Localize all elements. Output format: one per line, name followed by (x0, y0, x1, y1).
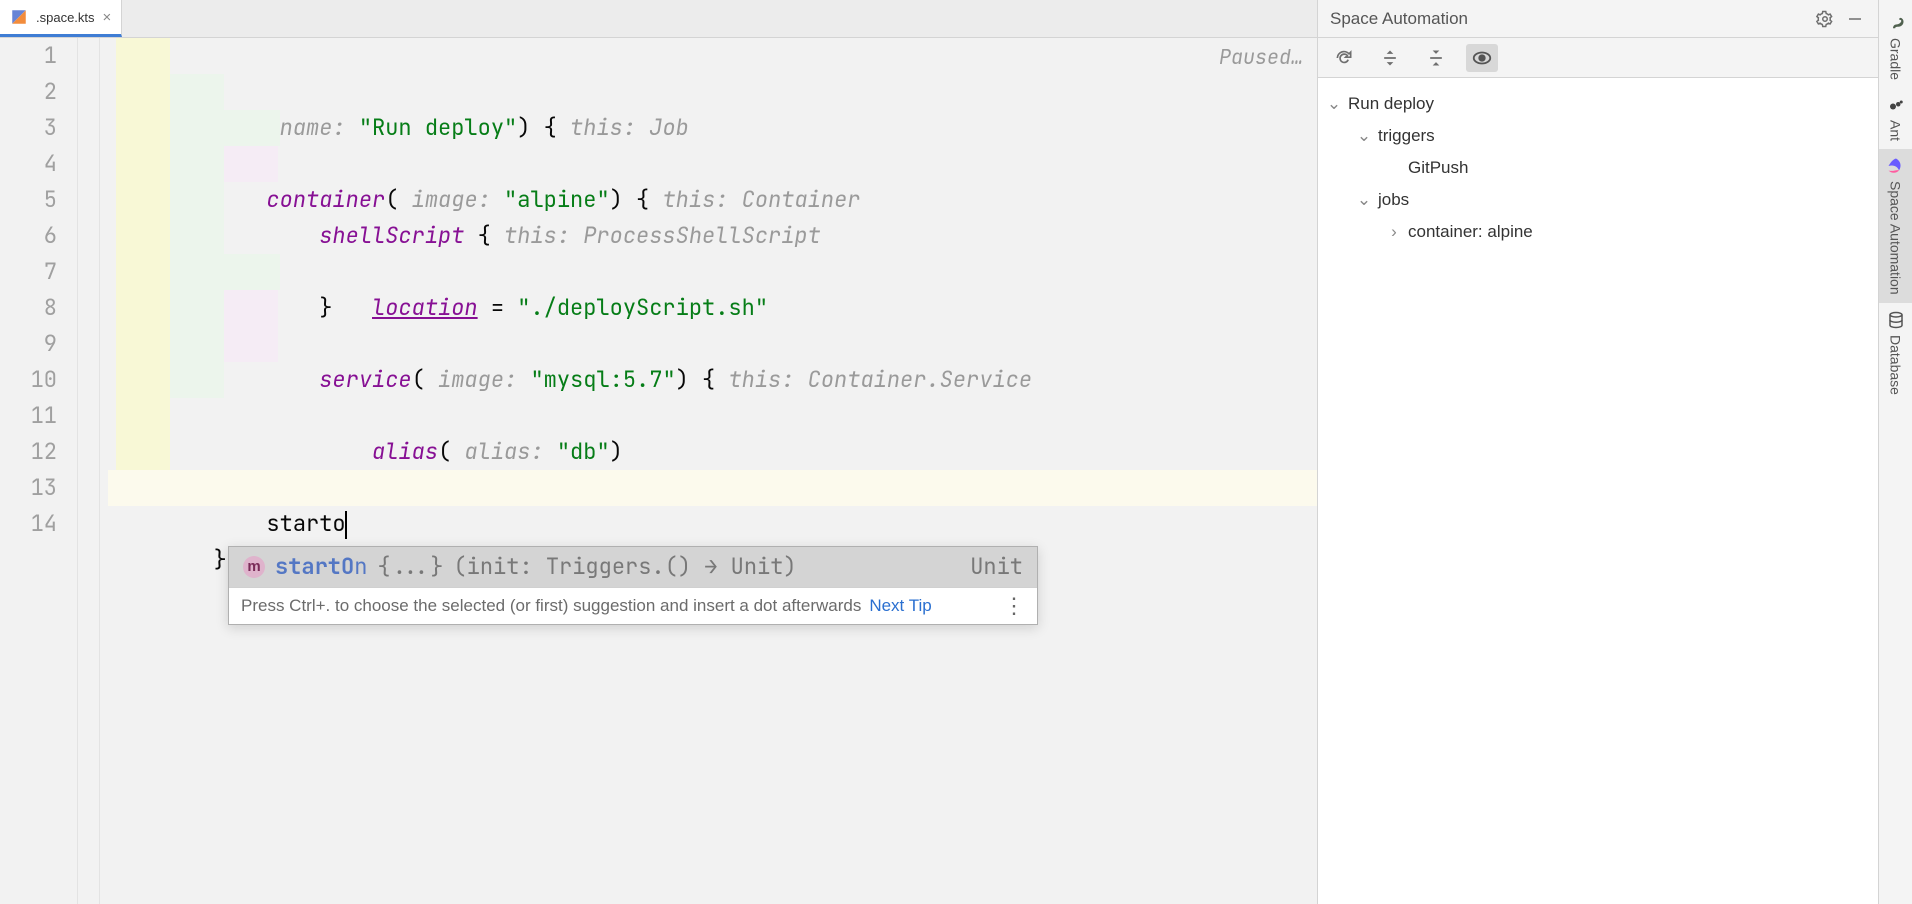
code-line[interactable] (108, 434, 1317, 470)
strip-database[interactable]: Database (1879, 303, 1912, 403)
code-line-active[interactable]: starto (108, 470, 1317, 506)
code-line[interactable] (108, 218, 1317, 254)
chevron-down-icon: ⌄ (1326, 94, 1342, 114)
file-tab[interactable]: .space.kts × (0, 0, 122, 37)
code-line[interactable]: service( image: "mysql:5.7") { this: Con… (108, 254, 1317, 290)
space-icon (1887, 157, 1905, 175)
code-line[interactable]: env["MYSQL_ROOT_PASSWORD"] = "password" (108, 326, 1317, 362)
chevron-down-icon: ⌄ (1356, 126, 1372, 146)
strip-ant[interactable]: Ant (1879, 88, 1912, 149)
ant-icon (1887, 96, 1905, 114)
tree-root[interactable]: ⌄ Run deploy (1326, 88, 1870, 120)
code-line[interactable]: location = "./deployScript.sh" (108, 146, 1317, 182)
panel-header: Space Automation (1318, 0, 1878, 38)
code-line[interactable]: alias( alias: "db") (108, 290, 1317, 326)
gradle-icon (1887, 14, 1905, 32)
code-line[interactable]: } (108, 398, 1317, 434)
code-line[interactable]: container( image: "alpine") { this: Cont… (108, 74, 1317, 110)
panel-title: Space Automation (1330, 9, 1468, 29)
collapse-all-icon[interactable] (1420, 44, 1452, 72)
tree-jobs-item[interactable]: › container: alpine (1326, 216, 1870, 248)
code-line[interactable]: job( name: "Run deploy") { this: Job (108, 38, 1317, 74)
code-line[interactable]: } (108, 182, 1317, 218)
chevron-down-icon: ⌄ (1356, 190, 1372, 210)
editor-area: .space.kts × 1 2 3 4 5 6 7 8 9 10 11 12 … (0, 0, 1318, 904)
next-tip-link[interactable]: Next Tip (869, 596, 931, 616)
database-icon (1887, 311, 1905, 329)
strip-space-automation[interactable]: Space Automation (1879, 149, 1912, 303)
code-line[interactable]: } (108, 506, 1317, 542)
method-badge-icon: m (243, 556, 265, 578)
preview-toggle-icon[interactable] (1466, 44, 1498, 72)
refresh-icon[interactable] (1328, 44, 1360, 72)
autocomplete-tip: Press Ctrl+. to choose the selected (or … (229, 587, 1037, 624)
tab-close-icon[interactable]: × (103, 9, 112, 26)
gear-icon[interactable] (1814, 8, 1836, 30)
minimize-icon[interactable] (1844, 8, 1866, 30)
tree-jobs[interactable]: ⌄ jobs (1326, 184, 1870, 216)
autocomplete-popup[interactable]: m startOn {...} (init: Triggers.() → Uni… (228, 546, 1038, 625)
gutter: 1 2 3 4 5 6 7 8 9 10 11 12 13 14 (0, 38, 78, 904)
tree: ⌄ Run deploy ⌄ triggers GitPush ⌄ jobs ›… (1318, 78, 1878, 258)
tool-window-strip: Gradle Ant Space Automation Database (1878, 0, 1912, 904)
panel-toolbar (1318, 38, 1878, 78)
tab-bar: .space.kts × (0, 0, 1317, 38)
strip-gradle[interactable]: Gradle (1879, 6, 1912, 88)
tab-filename: .space.kts (36, 10, 95, 25)
fold-gutter (78, 38, 100, 904)
chevron-right-icon: › (1386, 222, 1402, 242)
code-line[interactable]: } (108, 362, 1317, 398)
space-automation-panel: Space Automation ⌄ Run deploy ⌄ triggers (1318, 0, 1878, 904)
kotlin-file-icon (10, 8, 28, 26)
code[interactable]: Paused… job( name: "Run deploy") { this:… (100, 38, 1317, 904)
expand-all-icon[interactable] (1374, 44, 1406, 72)
code-line[interactable]: shellScript { this: ProcessShellScript (108, 110, 1317, 146)
autocomplete-item[interactable]: m startOn {...} (init: Triggers.() → Uni… (229, 547, 1037, 587)
editor-body[interactable]: 1 2 3 4 5 6 7 8 9 10 11 12 13 14 Paused…… (0, 38, 1317, 904)
tree-triggers-item[interactable]: GitPush (1326, 152, 1870, 184)
tree-triggers[interactable]: ⌄ triggers (1326, 120, 1870, 152)
